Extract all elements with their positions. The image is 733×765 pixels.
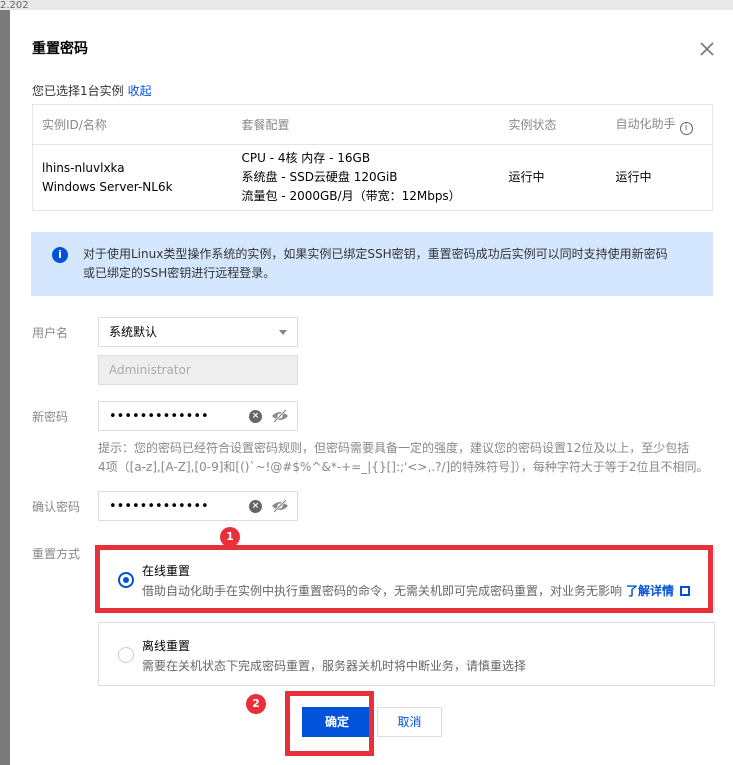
config-line: 系统盘 - SSD云硬盘 120GiB	[241, 170, 398, 184]
username-select[interactable]: 系统默认	[98, 317, 298, 347]
clear-icon[interactable]: ×	[249, 500, 262, 513]
confirm-password-input[interactable]	[109, 499, 239, 514]
header-instance-id: 实例ID/名称	[32, 104, 233, 145]
new-password-input[interactable]	[109, 409, 239, 424]
offline-reset-desc: 需要在关机状态下完成密码重置，服务器关机时将中断业务，请慎重选择	[142, 659, 527, 673]
chevron-down-icon	[279, 330, 287, 335]
selected-text: 您已选择1台实例	[32, 84, 124, 98]
new-password-label: 新密码	[32, 410, 69, 424]
selected-count: 您已选择1台实例 收起	[32, 82, 152, 99]
offline-reset-option[interactable]: 离线重置 需要在关机状态下完成密码重置，服务器关机时将中断业务，请慎重选择	[98, 622, 715, 686]
close-icon[interactable]	[698, 40, 716, 58]
instance-table: 实例ID/名称 套餐配置 实例状态 自动化助手 i lhins-nluvlxka …	[32, 104, 713, 211]
offline-reset-title: 离线重置	[142, 639, 191, 653]
offline-reset-radio[interactable]	[118, 647, 134, 663]
watermark-logo-icon	[622, 724, 718, 748]
notice-line: 对于使用Linux类型操作系统的实例，如果实例已绑定SSH密钥，重置密码成功后实…	[83, 247, 668, 261]
eye-off-icon[interactable]	[271, 498, 289, 514]
username-label: 用户名	[32, 326, 69, 340]
agent-status: 运行中	[615, 170, 652, 184]
instance-id-cell: lhins-nluvlxka Windows Server-NL6k	[33, 145, 233, 211]
eye-off-icon[interactable]	[271, 408, 289, 424]
notice-line: 或已绑定的SSH密钥进行远程登录。	[83, 266, 276, 280]
annotation-badge-2: 2	[246, 694, 266, 714]
password-hint: 提示：您的密码已经符合设置密码规则，但密码需要具备一定的强度，建议您的密码设置1…	[98, 439, 718, 477]
reset-password-dialog: 重置密码 您已选择1台实例 收起 实例ID/名称 套餐配置 实例状态 自动化助手 i…	[10, 10, 733, 765]
reset-method-label: 重置方式	[32, 547, 81, 561]
table-header-row: 实例ID/名称 套餐配置 实例状态 自动化助手 i	[32, 104, 713, 145]
config-line: CPU - 4核 内存 - 16GB	[241, 151, 371, 165]
instance-id: lhins-nluvlxka	[42, 160, 125, 175]
collapse-link[interactable]: 收起	[128, 84, 152, 98]
instance-name: Windows Server-NL6k	[42, 179, 173, 194]
info-icon[interactable]: i	[679, 121, 693, 135]
instance-config-cell: CPU - 4核 内存 - 16GB 系统盘 - SSD云硬盘 120GiB 流…	[233, 145, 500, 211]
username-select-value: 系统默认	[109, 325, 158, 339]
background-strip	[0, 0, 733, 10]
info-icon: i	[52, 247, 68, 263]
username-field: Administrator	[98, 355, 298, 385]
hint-line: 提示：您的密码已经符合设置密码规则，但密码需要具备一定的强度，建议您的密码设置1…	[98, 441, 690, 455]
annotation-box-1	[95, 545, 713, 613]
linux-ssh-notice: i 对于使用Linux类型操作系统的实例，如果实例已绑定SSH密钥，重置密码成功…	[31, 232, 713, 296]
annotation-badge-1: 1	[220, 527, 240, 547]
confirm-password-label: 确认密码	[32, 500, 81, 514]
new-password-box: ×	[98, 401, 298, 431]
confirm-password-box: ×	[98, 491, 298, 521]
table-row: lhins-nluvlxka Windows Server-NL6k CPU -…	[33, 145, 713, 211]
config-line: 流量包 - 2000GB/月（带宽：12Mbps）	[241, 189, 461, 203]
annotation-box-2	[285, 691, 374, 756]
header-status: 实例状态	[499, 104, 607, 145]
instance-status: 运行中	[508, 170, 545, 184]
header-agent-label: 自动化助手	[615, 116, 676, 131]
header-agent: 自动化助手 i	[606, 104, 713, 145]
hint-line: 4项（[a-z],[A-Z],[0-9]和[()`~!@#$%^&*-+=_|{…	[98, 460, 709, 474]
dialog-title: 重置密码	[32, 41, 88, 57]
cancel-button[interactable]: 取消	[377, 707, 442, 737]
clear-icon[interactable]: ×	[249, 410, 262, 423]
header-config: 套餐配置	[232, 104, 500, 145]
